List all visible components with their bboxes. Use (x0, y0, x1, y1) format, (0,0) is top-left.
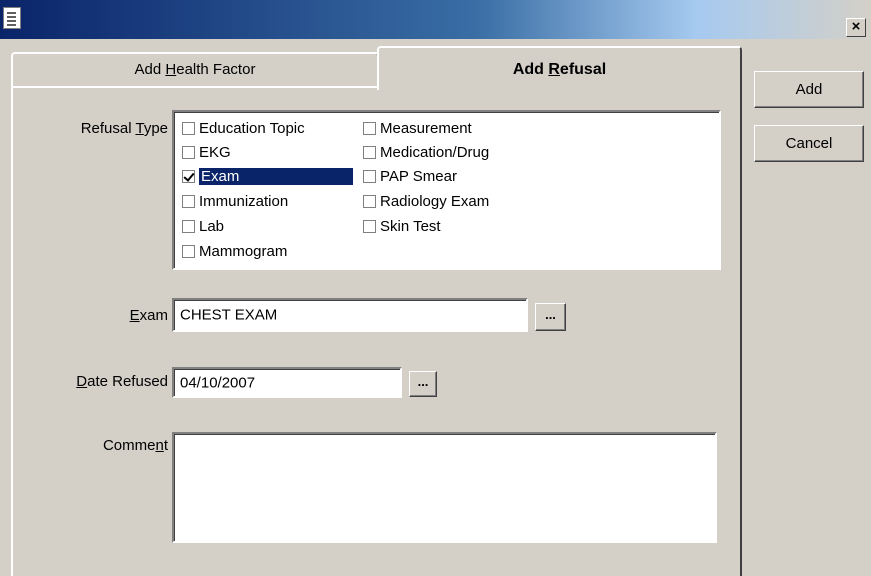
comment-textarea[interactable] (172, 432, 717, 543)
tab-label-prefix: Add (512, 61, 549, 78)
tab-label-suffix: ealth Factor (176, 61, 256, 78)
checkbox[interactable] (182, 121, 195, 135)
checklist-item[interactable]: Exam (182, 165, 353, 187)
checkbox[interactable] (182, 169, 195, 183)
add-button[interactable]: Add (754, 71, 864, 108)
date-refused-field[interactable]: 04/10/2007 (172, 367, 402, 398)
tab-label-prefix: Add (134, 61, 166, 78)
checkbox[interactable] (363, 219, 376, 233)
checkbox[interactable] (363, 145, 376, 159)
checklist-item[interactable]: Skin Test (363, 215, 441, 237)
checklist-item[interactable]: Education Topic (182, 117, 305, 139)
checkbox[interactable] (363, 121, 376, 135)
tab-label-accesskey: R (548, 61, 560, 78)
checklist-item[interactable]: EKG (182, 141, 231, 163)
close-button[interactable]: × (846, 18, 866, 37)
app-icon (3, 7, 21, 29)
tab-label-suffix: efusal (559, 61, 607, 78)
checklist-item[interactable]: Measurement (363, 117, 472, 139)
cancel-button[interactable]: Cancel (754, 125, 864, 162)
tab-label-accesskey: H (165, 61, 177, 78)
refusal-type-checklist: Education Topic EKG Exam Immunization La… (172, 110, 721, 270)
date-lookup-button[interactable]: ... (409, 371, 437, 397)
exam-label: Exam (129, 307, 168, 324)
checkbox[interactable] (363, 194, 376, 208)
tab-add-refusal[interactable]: Add Refusal (377, 46, 742, 90)
checkbox[interactable] (182, 145, 195, 159)
checklist-item[interactable]: Immunization (182, 190, 288, 212)
tab-add-health-factor[interactable]: Add Health Factor (11, 52, 379, 86)
checklist-item[interactable]: Mammogram (182, 240, 287, 262)
refusal-type-label: Refusal Type (80, 120, 168, 137)
checkbox[interactable] (363, 169, 376, 183)
checkbox[interactable] (182, 244, 195, 258)
checklist-item[interactable]: Medication/Drug (363, 141, 489, 163)
exam-lookup-button[interactable]: ... (535, 303, 566, 331)
checkbox[interactable] (182, 219, 195, 233)
exam-field[interactable]: CHEST EXAM (172, 298, 528, 332)
date-refused-label: Date Refused (76, 373, 168, 390)
title-bar: × (0, 0, 871, 39)
comment-label: Comment (102, 437, 168, 454)
checklist-item[interactable]: PAP Smear (363, 165, 457, 187)
checklist-item[interactable]: Radiology Exam (363, 190, 489, 212)
checklist-item[interactable]: Lab (182, 215, 224, 237)
checkbox[interactable] (182, 194, 195, 208)
